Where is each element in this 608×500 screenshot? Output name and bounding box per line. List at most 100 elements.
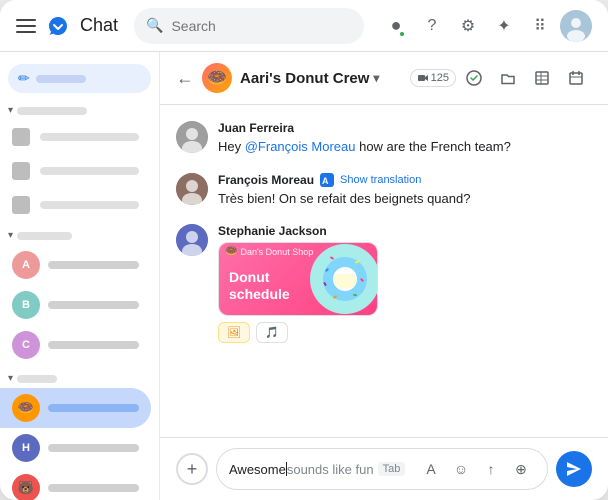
sidebar-item-contact-1[interactable]: A: [0, 245, 151, 285]
more-options-icon[interactable]: ⊕: [507, 455, 535, 483]
new-chat-button[interactable]: ✏: [8, 64, 151, 93]
msg-1-avatar: [176, 121, 208, 153]
mentions-label: [40, 167, 139, 175]
donut-card[interactable]: 🍩 Dan's Donut Shop Donut schedule: [218, 242, 378, 316]
chat-header-actions: 125: [410, 62, 592, 94]
user-avatar[interactable]: [560, 10, 592, 42]
msg-2-sender-name: François Moreau: [218, 173, 314, 187]
hamburger-menu-icon[interactable]: [16, 19, 36, 33]
mention-francois[interactable]: @François Moreau: [245, 139, 356, 154]
apps-icon[interactable]: ⠿: [524, 10, 556, 42]
section-label-spaces: [17, 375, 57, 383]
compose-icon: ✏: [18, 70, 30, 87]
main-content: ✏ ▾ ▾: [0, 52, 608, 500]
help-icon[interactable]: ?: [416, 10, 448, 42]
show-translation-link[interactable]: Show translation: [340, 174, 421, 186]
table-icon[interactable]: [526, 62, 558, 94]
translate-icon: A: [320, 173, 334, 187]
section-label-1: [17, 107, 87, 115]
contact-2-name: [48, 301, 139, 309]
attachment-file[interactable]: 🎵: [256, 322, 288, 343]
tab-hint: Tab: [378, 462, 406, 476]
msg-1-sender: Juan Ferreira: [218, 121, 592, 135]
format-text-icon[interactable]: A: [417, 455, 445, 483]
message-input-field[interactable]: Awesome sounds like fun Tab A ☺ ↑ ⊕: [216, 448, 548, 490]
input-bar: + Awesome sounds like fun Tab A ☺ ↑ ⊕: [160, 437, 608, 500]
app-title: Chat: [80, 15, 118, 36]
messages-area: Juan Ferreira Hey @François Moreau how a…: [160, 105, 608, 437]
sidebar-item-space-h[interactable]: H: [0, 428, 151, 468]
msg-3-avatar: [176, 224, 208, 256]
top-bar-right: ● ? ⚙ ✦ ⠿: [380, 10, 592, 42]
channel-title[interactable]: Aari's Donut Crew ▾: [240, 70, 379, 87]
msg-1-sender-name: Juan Ferreira: [218, 121, 294, 135]
channel-name: Aari's Donut Crew: [240, 70, 369, 87]
settings-icon[interactable]: ⚙: [452, 10, 484, 42]
contact-3-name: [48, 341, 139, 349]
msg-1-content: Juan Ferreira Hey @François Moreau how a…: [218, 121, 592, 157]
sidebar-item-mentions[interactable]: [0, 154, 151, 188]
message-2: François Moreau A Show translation Très …: [176, 173, 592, 209]
msg-1-text: Hey @François Moreau how are the French …: [218, 137, 592, 157]
svg-text:A: A: [322, 176, 329, 186]
sidebar-item-starred[interactable]: [0, 188, 151, 222]
msg-3-sender-name: Stephanie Jackson: [218, 224, 327, 238]
contact-1-name: [48, 261, 139, 269]
donut-card-banner: 🍩 Dan's Donut Shop Donut schedule: [219, 243, 377, 315]
section-label-people: [17, 232, 72, 240]
video-icon: [417, 72, 429, 84]
search-input[interactable]: [171, 18, 352, 34]
section-arrow-spaces: ▾: [8, 373, 13, 384]
message-count-badge[interactable]: 125: [410, 69, 456, 87]
emoji-icon[interactable]: ☺: [447, 455, 475, 483]
send-icon: [565, 460, 583, 478]
status-dot: [398, 30, 406, 38]
search-bar[interactable]: 🔍: [134, 8, 364, 44]
contact-3-avatar: C: [12, 331, 40, 359]
file-icon: 🎵: [265, 326, 279, 339]
msg-3-sender: Stephanie Jackson: [218, 224, 592, 238]
calendar-icon[interactable]: [560, 62, 592, 94]
message-3: Stephanie Jackson 🍩 Dan's Donut Shop Do: [176, 224, 592, 343]
section-header-1[interactable]: ▾: [0, 101, 159, 120]
attachment-image[interactable]: 🖼: [218, 322, 250, 343]
back-button[interactable]: ←: [176, 68, 194, 89]
show-translation-text: Show translation: [340, 174, 421, 186]
section-header-people[interactable]: ▾: [0, 226, 159, 245]
status-icon[interactable]: ●: [380, 10, 412, 42]
home-icon: [12, 128, 30, 146]
msg-1-text-end: how are the French team?: [355, 139, 510, 154]
sidebar-item-space-bear[interactable]: 🐻: [0, 468, 151, 500]
folder-icon[interactable]: [492, 62, 524, 94]
sidebar-item-contact-2[interactable]: B: [0, 285, 151, 325]
send-button[interactable]: [556, 451, 592, 487]
starred-label: [40, 201, 139, 209]
mentions-icon: [12, 162, 30, 180]
app-window: Chat 🔍 ● ? ⚙ ✦ ⠿: [0, 0, 608, 500]
new-chat-label: [36, 75, 86, 83]
section-header-spaces[interactable]: ▾: [0, 369, 159, 388]
msg-attachments: 🖼 🎵: [218, 322, 592, 343]
google-chat-logo: [44, 12, 72, 40]
task-list-icon[interactable]: [458, 62, 490, 94]
sparkle-icon[interactable]: ✦: [488, 10, 520, 42]
card-subtitle-text: schedule: [229, 286, 290, 303]
sidebar-item-home[interactable]: [0, 120, 151, 154]
msg-count-text: 125: [431, 72, 449, 84]
space-h-name: [48, 444, 139, 452]
sidebar-item-contact-3[interactable]: C: [0, 325, 151, 365]
contact-2-avatar: B: [12, 291, 40, 319]
card-title-text: Donut: [229, 269, 290, 286]
upload-icon[interactable]: ↑: [477, 455, 505, 483]
chat-header: ← 🍩 Aari's Donut Crew ▾ 125: [160, 52, 608, 105]
sidebar-item-donut-crew[interactable]: 🍩: [0, 388, 151, 428]
donut-crew-name: [48, 404, 139, 412]
add-attachment-button[interactable]: +: [176, 453, 208, 485]
msg-2-text: Très bien! On se refait des beignets qua…: [218, 189, 592, 209]
contact-1-avatar: A: [12, 251, 40, 279]
msg-2-avatar: [176, 173, 208, 205]
input-text-area[interactable]: Awesome sounds like fun Tab: [229, 462, 411, 477]
chat-panel: ← 🍩 Aari's Donut Crew ▾ 125: [160, 52, 608, 500]
space-h-avatar: H: [12, 434, 40, 462]
search-icon: 🔍: [146, 17, 163, 34]
